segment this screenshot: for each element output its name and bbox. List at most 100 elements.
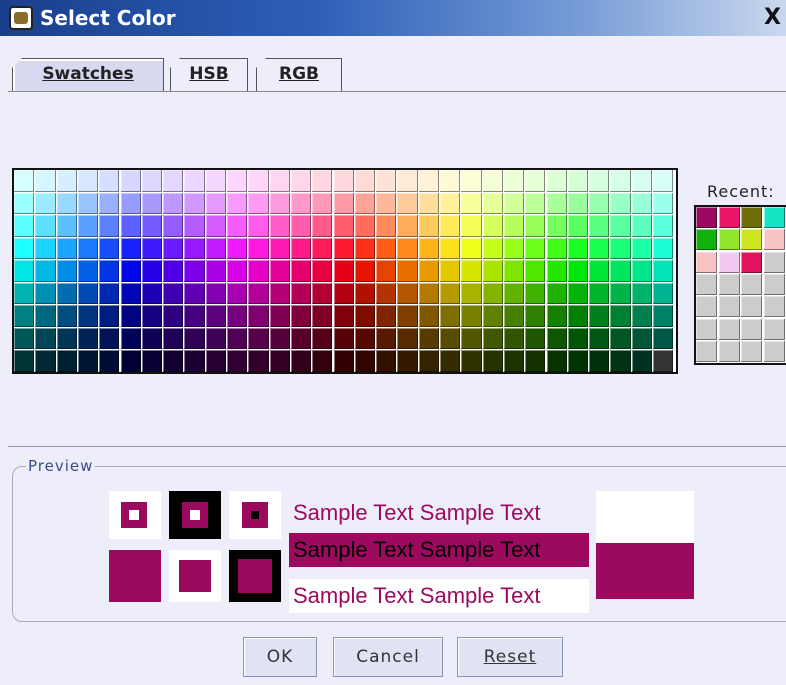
color-swatch[interactable]	[163, 327, 184, 349]
color-swatch[interactable]	[397, 327, 418, 349]
color-swatch[interactable]	[141, 327, 163, 349]
color-swatch[interactable]	[333, 170, 354, 192]
recent-color-swatch[interactable]	[696, 340, 717, 362]
color-swatch[interactable]	[589, 170, 610, 192]
color-swatch[interactable]	[312, 170, 333, 192]
cancel-button[interactable]: Cancel	[333, 637, 443, 677]
color-swatch[interactable]	[163, 305, 184, 327]
color-swatch[interactable]	[503, 350, 525, 372]
color-swatch[interactable]	[77, 327, 99, 349]
color-swatch[interactable]	[631, 192, 652, 214]
color-swatch[interactable]	[376, 237, 397, 259]
color-swatch[interactable]	[525, 237, 546, 259]
color-swatch[interactable]	[56, 192, 77, 214]
color-swatch[interactable]	[248, 305, 269, 327]
color-swatch[interactable]	[290, 327, 312, 349]
color-swatch[interactable]	[35, 237, 56, 259]
color-swatch[interactable]	[631, 215, 652, 237]
color-swatch[interactable]	[290, 215, 312, 237]
color-swatch[interactable]	[525, 327, 546, 349]
color-swatch[interactable]	[35, 192, 56, 214]
color-swatch[interactable]	[525, 170, 546, 192]
color-swatch[interactable]	[227, 305, 248, 327]
color-swatch[interactable]	[461, 170, 482, 192]
color-swatch[interactable]	[376, 215, 397, 237]
color-swatch[interactable]	[397, 215, 418, 237]
color-swatch[interactable]	[354, 237, 376, 259]
color-swatch[interactable]	[482, 260, 503, 282]
color-swatch[interactable]	[227, 237, 248, 259]
color-swatch[interactable]	[440, 350, 461, 372]
color-swatch[interactable]	[14, 327, 35, 349]
color-swatch[interactable]	[440, 260, 461, 282]
color-swatch[interactable]	[440, 305, 461, 327]
color-swatch[interactable]	[120, 237, 141, 259]
color-swatch[interactable]	[653, 282, 674, 304]
color-swatch[interactable]	[184, 327, 205, 349]
color-swatch[interactable]	[205, 237, 226, 259]
color-swatch[interactable]	[653, 350, 674, 372]
recent-color-swatch[interactable]	[696, 207, 717, 228]
recent-color-swatch[interactable]	[696, 296, 717, 318]
color-swatch[interactable]	[269, 215, 290, 237]
color-swatch[interactable]	[248, 260, 269, 282]
color-swatch[interactable]	[525, 282, 546, 304]
color-swatch[interactable]	[653, 260, 674, 282]
color-swatch[interactable]	[610, 260, 631, 282]
color-swatch[interactable]	[653, 215, 674, 237]
color-swatch[interactable]	[56, 350, 77, 372]
recent-color-swatch[interactable]	[718, 207, 740, 228]
color-swatch[interactable]	[77, 282, 99, 304]
color-swatch[interactable]	[248, 282, 269, 304]
color-swatch[interactable]	[589, 350, 610, 372]
color-swatch[interactable]	[205, 192, 226, 214]
color-swatch[interactable]	[376, 192, 397, 214]
color-swatch[interactable]	[546, 170, 567, 192]
color-swatch[interactable]	[567, 237, 589, 259]
recent-color-swatch[interactable]	[718, 318, 740, 340]
color-swatch[interactable]	[461, 327, 482, 349]
color-swatch[interactable]	[589, 237, 610, 259]
color-swatch[interactable]	[14, 170, 35, 192]
color-swatch[interactable]	[482, 282, 503, 304]
color-swatch[interactable]	[205, 170, 226, 192]
color-swatch[interactable]	[163, 215, 184, 237]
color-swatch[interactable]	[354, 170, 376, 192]
color-swatch[interactable]	[589, 305, 610, 327]
color-swatch[interactable]	[35, 327, 56, 349]
color-swatch[interactable]	[163, 237, 184, 259]
color-swatch[interactable]	[503, 215, 525, 237]
recent-color-swatch[interactable]	[718, 296, 740, 318]
close-button[interactable]: X	[764, 4, 786, 32]
color-swatch[interactable]	[35, 350, 56, 372]
color-swatch[interactable]	[567, 170, 589, 192]
color-swatch[interactable]	[184, 170, 205, 192]
color-swatch[interactable]	[653, 327, 674, 349]
color-swatch[interactable]	[14, 305, 35, 327]
color-swatch[interactable]	[77, 350, 99, 372]
color-swatch[interactable]	[227, 170, 248, 192]
color-swatch[interactable]	[227, 192, 248, 214]
color-swatch[interactable]	[248, 237, 269, 259]
recent-color-swatch[interactable]	[763, 207, 785, 228]
color-swatch[interactable]	[312, 327, 333, 349]
recent-color-swatch[interactable]	[696, 273, 717, 295]
recent-color-swatch[interactable]	[763, 251, 785, 273]
color-swatch[interactable]	[333, 260, 354, 282]
color-swatch[interactable]	[376, 350, 397, 372]
color-swatch[interactable]	[376, 260, 397, 282]
color-swatch[interactable]	[631, 305, 652, 327]
color-swatch[interactable]	[482, 237, 503, 259]
recent-color-swatch[interactable]	[763, 340, 785, 362]
color-swatch[interactable]	[440, 192, 461, 214]
color-swatch[interactable]	[482, 327, 503, 349]
color-swatch[interactable]	[546, 192, 567, 214]
color-swatch[interactable]	[269, 282, 290, 304]
color-swatch[interactable]	[631, 170, 652, 192]
recent-color-swatch[interactable]	[741, 340, 762, 362]
recent-color-swatch[interactable]	[741, 318, 762, 340]
recent-color-swatch[interactable]	[741, 296, 762, 318]
color-swatch[interactable]	[290, 192, 312, 214]
color-swatch[interactable]	[397, 237, 418, 259]
color-swatch[interactable]	[525, 215, 546, 237]
